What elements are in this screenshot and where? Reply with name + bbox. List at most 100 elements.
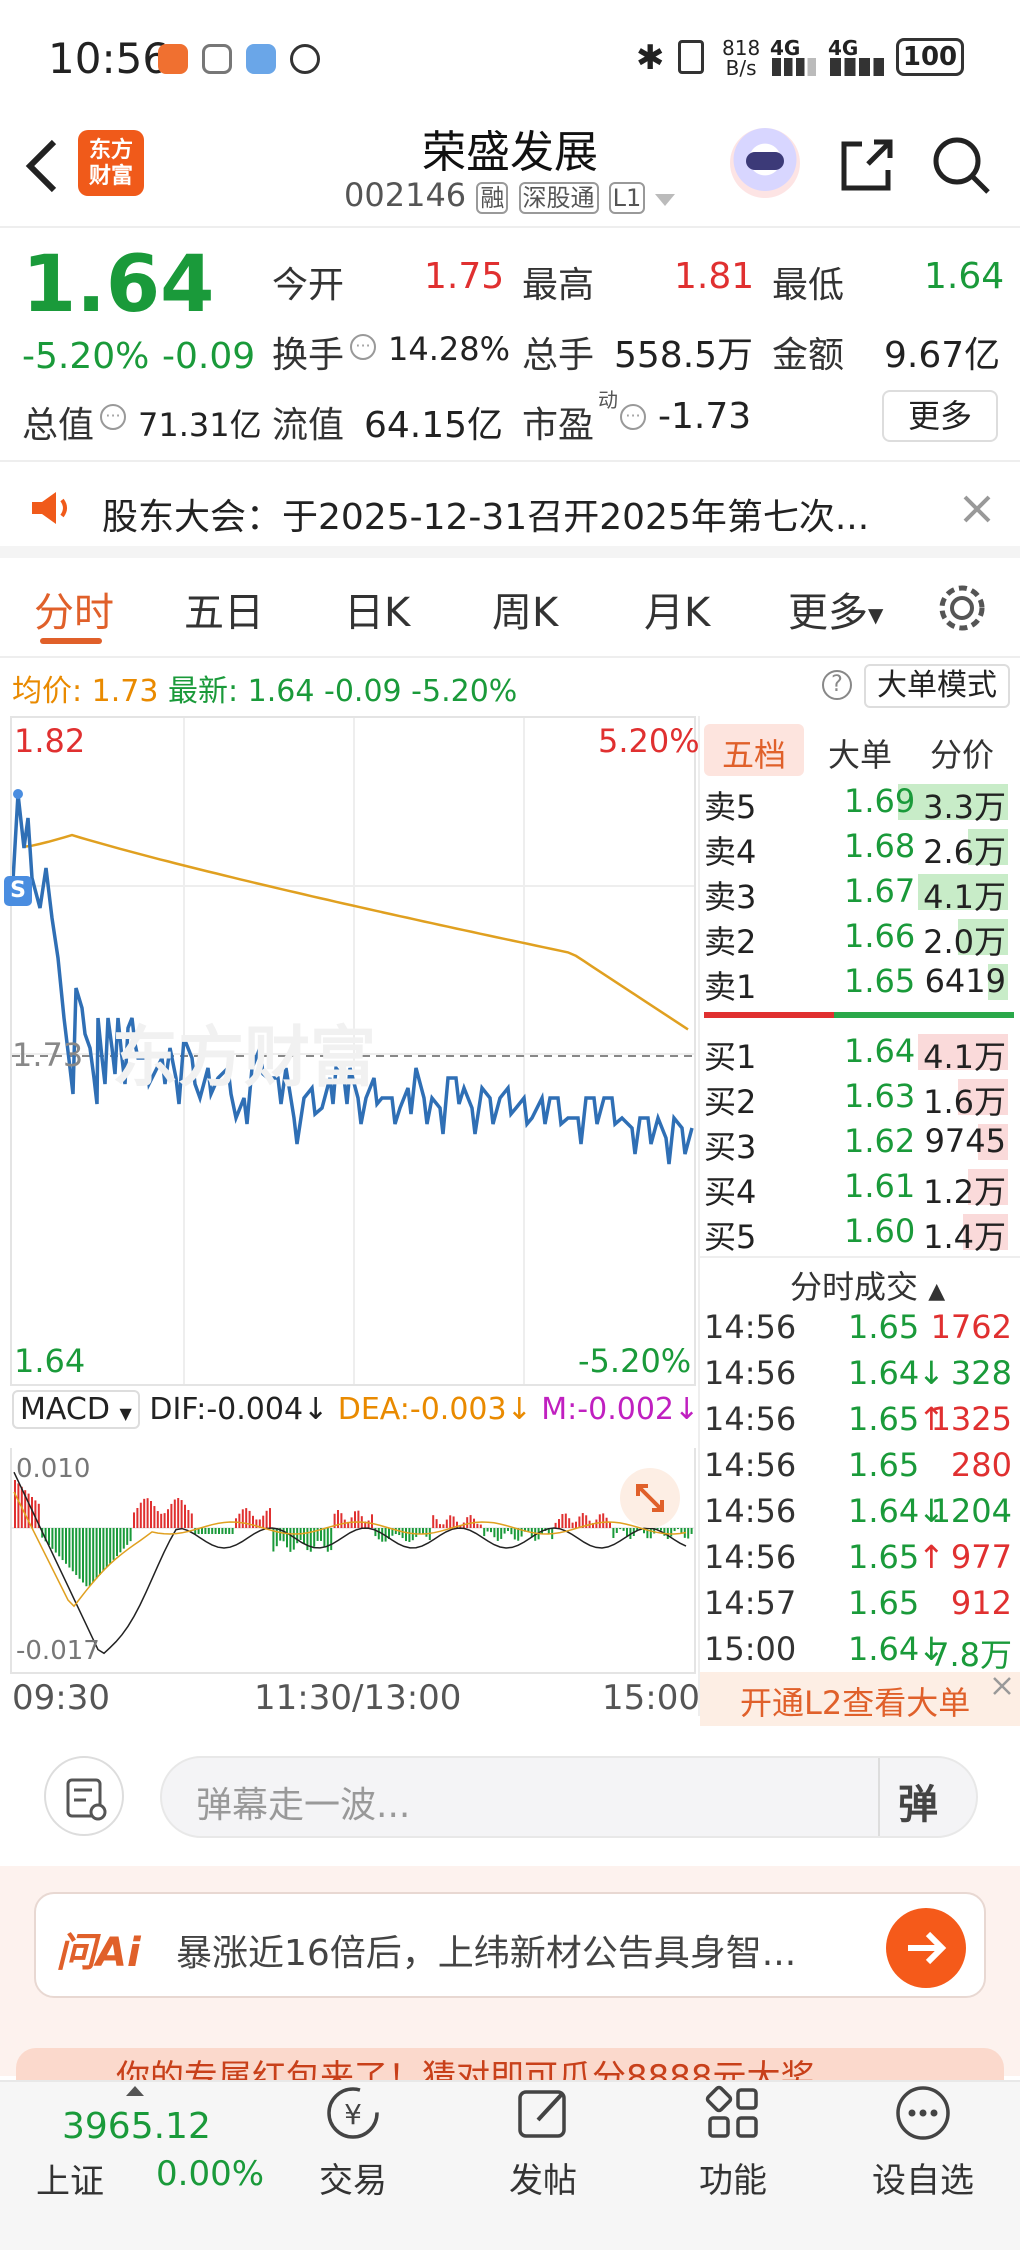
- macd-bar: [207, 1528, 210, 1534]
- l2-button[interactable]: 开通L2查看大单: [740, 1678, 970, 1724]
- danmu-input[interactable]: 弹幕走一波... 弹: [160, 1756, 978, 1838]
- macd-dif-line: [13, 1471, 687, 1655]
- search-button[interactable]: [930, 134, 992, 196]
- macd-bar: [394, 1528, 397, 1535]
- macd-bar: [58, 1528, 61, 1557]
- tab-five-day[interactable]: 五日: [184, 580, 264, 638]
- tab-monthly-k[interactable]: 月K: [644, 580, 710, 638]
- level-price: 1.65: [844, 962, 916, 1000]
- index-widget[interactable]: 3965.12 上证 0.00%: [20, 2086, 264, 2236]
- macd-chart[interactable]: 0.010 -0.017: [10, 1448, 696, 1674]
- l2-banner[interactable]: 开通L2查看大单: [700, 1672, 1020, 1728]
- intraday-chart[interactable]: 东方财富 1.82 5.20% 1.73 1.64 -5.20% S: [4, 716, 700, 1386]
- svg-text:¥: ¥: [344, 2098, 362, 2131]
- summary-line: 均价: 1.73 最新: 1.64 -0.09 -5.20%: [12, 666, 517, 710]
- dropdown-triangle-icon[interactable]: [655, 194, 676, 206]
- tab-intraday[interactable]: 分时: [34, 580, 114, 638]
- sell-level-row[interactable]: 卖2 1.66 2.0万: [704, 915, 1014, 961]
- macd-bar: [92, 1528, 95, 1583]
- back-button[interactable]: [18, 136, 68, 196]
- sell-level-row[interactable]: 卖5 1.69 3.3万: [704, 780, 1014, 826]
- level-volume: 1.2万: [923, 1173, 1006, 1211]
- buy-level-row[interactable]: 买1 1.64 4.1万: [704, 1030, 1014, 1076]
- macd-bar: [673, 1528, 676, 1532]
- macd-bar: [330, 1528, 333, 1551]
- macd-bar: [687, 1528, 690, 1539]
- macd-bar: [187, 1509, 190, 1528]
- sell-marker-s[interactable]: S: [4, 876, 32, 906]
- macd-selector[interactable]: MACD ▼: [12, 1390, 140, 1429]
- arrow-right-icon: [908, 1931, 947, 1965]
- trades-title[interactable]: 分时成交 ▲: [790, 1262, 945, 1308]
- macd-bar: [170, 1503, 173, 1528]
- macd-bar: [126, 1528, 129, 1545]
- pe-info-icon[interactable]: ···: [620, 404, 646, 430]
- turnover-info-icon[interactable]: ···: [350, 334, 376, 360]
- orderbook-tab-price[interactable]: 分价: [930, 730, 994, 776]
- tab-daily-k[interactable]: 日K: [344, 580, 410, 638]
- vpn-notification-icon: [290, 44, 320, 74]
- buy-level-row[interactable]: 买3 1.62 9745: [704, 1120, 1014, 1166]
- sell-level-row[interactable]: 卖1 1.65 6419: [704, 960, 1014, 1006]
- level-volume: 6419: [924, 962, 1006, 1000]
- macd-chart-svg: [12, 1471, 694, 1655]
- avg-label: 均价:: [12, 674, 83, 709]
- macd-bar: [201, 1528, 203, 1534]
- grid-icon: [705, 2085, 758, 2138]
- macd-top-label: 0.010: [16, 1454, 91, 1484]
- level-price: 1.63: [844, 1077, 916, 1115]
- buy-level-row[interactable]: 买4 1.61 1.2万: [704, 1165, 1014, 1211]
- stock-code: 002146: [344, 176, 467, 214]
- search-icon: [933, 137, 990, 194]
- danmu-settings-button[interactable]: [44, 1756, 124, 1836]
- signal-1-icon: [772, 58, 816, 76]
- ai-go-button[interactable]: [886, 1908, 966, 1988]
- sell-level-row[interactable]: 卖3 1.67 4.1万: [704, 870, 1014, 916]
- nav-trade[interactable]: ¥ 交易: [288, 2082, 418, 2202]
- macd-bar: [490, 1528, 492, 1533]
- nav-post[interactable]: 发帖: [478, 2082, 608, 2202]
- macd-bar: [292, 1528, 295, 1550]
- tab-more[interactable]: 更多▼: [788, 580, 883, 638]
- nav-functions[interactable]: 功能: [668, 2082, 798, 2202]
- buy-level-row[interactable]: 买5 1.60 1.4万: [704, 1210, 1014, 1256]
- app-logo[interactable]: 东方 财富: [78, 130, 144, 196]
- macd-bar: [136, 1508, 139, 1528]
- notice-banner[interactable]: 股东大会：于2025-12-31召开2025年第七次...: [0, 460, 1020, 558]
- level-price: 1.62: [844, 1122, 916, 1160]
- expand-icon[interactable]: [620, 1468, 680, 1528]
- latest-label: 最新:: [168, 674, 239, 709]
- close-notice-icon[interactable]: [962, 494, 992, 524]
- share-button[interactable]: [838, 136, 896, 194]
- macd-bar: [405, 1528, 407, 1542]
- more-quote-button[interactable]: 更多: [882, 390, 998, 442]
- ai-card[interactable]: 问Ai 暴涨近16倍后，上纬新材公告具身智...: [34, 1892, 986, 1998]
- help-icon[interactable]: ?: [822, 670, 852, 700]
- level-volume: 4.1万: [923, 1038, 1006, 1076]
- settings-gear-icon[interactable]: [936, 582, 988, 634]
- notice-text: 股东大会：于2025-12-31召开2025年第七次...: [102, 497, 870, 538]
- macd-bar: [660, 1528, 662, 1531]
- buy-level-row[interactable]: 买2 1.63 1.6万: [704, 1075, 1014, 1121]
- close-l2-icon[interactable]: [990, 1674, 1014, 1698]
- big-order-mode-button[interactable]: 大单模式: [864, 664, 1010, 708]
- index-pct: 0.00%: [156, 2154, 265, 2194]
- robot-assistant-icon[interactable]: [730, 128, 800, 198]
- signal-2-label: 4G: [828, 36, 859, 60]
- macd-bar: [78, 1528, 81, 1579]
- orderbook-tab-big[interactable]: 大单: [828, 730, 892, 776]
- macd-bar: [442, 1524, 445, 1528]
- price-line: [12, 793, 694, 1165]
- change-amount: -0.09: [162, 336, 256, 377]
- post-icon: [518, 2090, 566, 2138]
- amount-value: 9.67亿: [884, 335, 1001, 376]
- danmu-toggle-button[interactable]: 弹: [898, 1772, 938, 1830]
- macd-header: MACD ▼ DIF:-0.004↓ DEA:-0.003↓ M:-0.002↓: [12, 1390, 699, 1429]
- tab-weekly-k[interactable]: 周K: [492, 580, 558, 638]
- weather-notification-icon: [246, 44, 276, 74]
- sell-level-row[interactable]: 卖4 1.68 2.6万: [704, 825, 1014, 871]
- mktcap-info-icon[interactable]: ···: [100, 404, 126, 430]
- macd-bar: [435, 1519, 438, 1528]
- orderbook-tab-five[interactable]: 五档: [722, 730, 786, 776]
- nav-watchlist[interactable]: 设自选: [858, 2082, 988, 2202]
